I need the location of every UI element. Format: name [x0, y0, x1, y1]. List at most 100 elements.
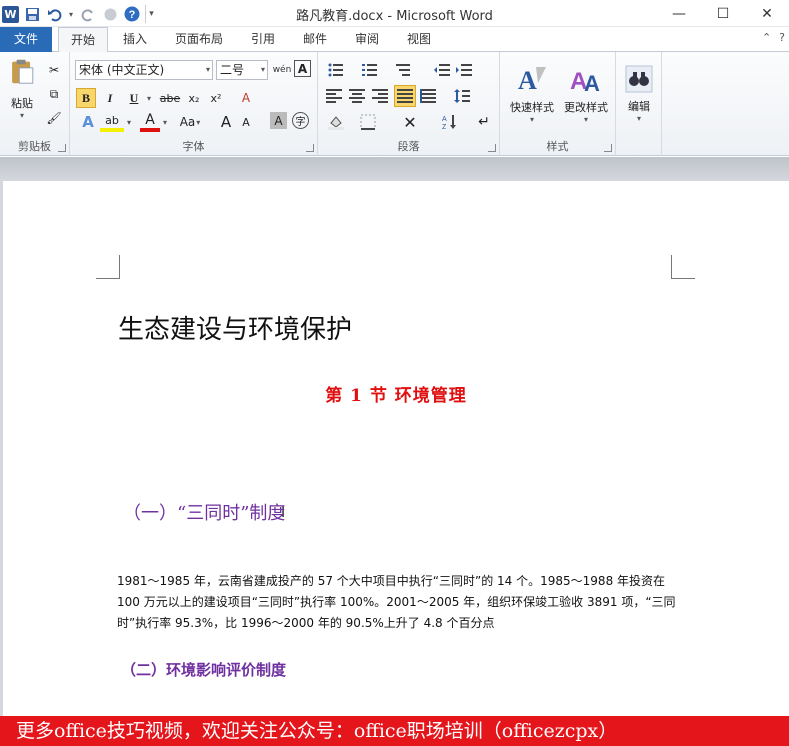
- clear-formatting-icon[interactable]: A: [236, 88, 256, 108]
- bold-button[interactable]: B: [76, 88, 96, 108]
- binoculars-icon: [625, 65, 653, 92]
- chinese-layout-icon[interactable]: ✕: [400, 112, 420, 132]
- align-right-icon[interactable]: [370, 86, 390, 106]
- ribbon-tabs: 文件 开始 插入 页面布局 引用 邮件 审阅 视图 ⌃ ?: [0, 27, 789, 53]
- font-color-icon[interactable]: A: [140, 112, 160, 132]
- margin-mark-top-left: [96, 255, 120, 279]
- editing-label: 编辑: [628, 99, 650, 113]
- change-styles-dropdown-icon[interactable]: ▾: [584, 115, 588, 124]
- show-marks-icon[interactable]: ↵: [474, 112, 494, 132]
- bullets-icon[interactable]: [326, 60, 346, 80]
- svg-text:A: A: [584, 71, 600, 95]
- editing-button[interactable]: 编辑 ▾: [620, 58, 658, 128]
- quick-styles-icon: A: [518, 66, 546, 95]
- maximize-button[interactable]: ☐: [701, 0, 745, 27]
- subscript-button[interactable]: x₂: [184, 88, 204, 108]
- strikethrough-button[interactable]: abe: [158, 88, 182, 108]
- justify-icon[interactable]: [394, 85, 416, 107]
- sort-icon[interactable]: AZ: [440, 112, 460, 132]
- editing-dropdown-icon[interactable]: ▾: [637, 114, 641, 123]
- quick-styles-dropdown-icon[interactable]: ▾: [530, 115, 534, 124]
- increase-indent-icon[interactable]: [454, 60, 474, 80]
- change-styles-label: 更改样式: [564, 100, 608, 114]
- line-spacing-icon[interactable]: [452, 86, 472, 106]
- tab-file[interactable]: 文件: [0, 27, 52, 52]
- document-page[interactable]: 生态建设与环境保护 I 第 1 节 环境管理 （一）“三同时”制度 1981～1…: [3, 181, 789, 741]
- italic-button[interactable]: I: [100, 88, 120, 108]
- clipboard-launcher-icon[interactable]: [58, 144, 66, 152]
- text-effects-icon[interactable]: A: [78, 112, 98, 132]
- tab-view[interactable]: 视图: [396, 27, 442, 52]
- enclose-characters-icon[interactable]: 字: [292, 112, 309, 129]
- grow-font-icon[interactable]: A: [216, 112, 236, 132]
- align-center-icon[interactable]: [347, 86, 367, 106]
- svg-text:Z: Z: [442, 124, 447, 130]
- align-left-icon[interactable]: [324, 86, 344, 106]
- shading-icon[interactable]: [326, 112, 346, 132]
- quick-styles-label: 快速样式: [510, 100, 554, 114]
- phonetic-guide-icon[interactable]: wén: [272, 60, 292, 80]
- minimize-ribbon-icon[interactable]: ⌃: [762, 31, 771, 44]
- font-group-label: 字体: [182, 140, 205, 153]
- paste-button[interactable]: 粘贴 ▾: [4, 58, 40, 120]
- tab-insert[interactable]: 插入: [112, 27, 158, 52]
- shrink-font-icon[interactable]: A: [236, 112, 256, 132]
- underline-button[interactable]: U: [124, 88, 144, 108]
- decrease-indent-icon[interactable]: [432, 60, 452, 80]
- body-paragraph[interactable]: 1981～1985 年，云南省建成投产的 57 个大中项目中执行“三同时”的 1…: [117, 571, 682, 634]
- font-launcher-icon[interactable]: [306, 144, 314, 152]
- styles-group-label: 样式: [546, 140, 569, 153]
- document-title[interactable]: 生态建设与环境保护: [118, 309, 352, 346]
- tab-review[interactable]: 审阅: [344, 27, 390, 52]
- character-shading-icon[interactable]: A: [270, 112, 287, 129]
- distribute-icon[interactable]: [418, 86, 438, 106]
- word-window: W ▾ ? ▾ 路凡教育.docx - Microsoft Word — ☐ ✕: [0, 0, 789, 746]
- multilevel-list-icon[interactable]: [394, 60, 414, 80]
- tab-references[interactable]: 引用: [240, 27, 286, 52]
- ribbon: 粘贴 ▾ ✂ ⧉ 🖌 剪贴板 宋体 (中文正文) ▾ 二号 ▾ wén A B I …: [0, 52, 789, 156]
- superscript-button[interactable]: x²: [206, 88, 226, 108]
- font-color-dropdown-icon[interactable]: ▾: [160, 112, 170, 132]
- highlight-dropdown-icon[interactable]: ▾: [124, 112, 134, 132]
- section-heading[interactable]: 第 1 节 环境管理: [3, 381, 789, 406]
- borders-icon[interactable]: [358, 112, 378, 132]
- paste-label: 粘贴: [11, 97, 33, 110]
- sub-heading-1[interactable]: （一）“三同时”制度: [123, 499, 285, 525]
- title-bar: W ▾ ? ▾ 路凡教育.docx - Microsoft Word — ☐ ✕: [0, 0, 789, 27]
- editing-group: 编辑 ▾: [616, 52, 662, 156]
- styles-launcher-icon[interactable]: [604, 144, 612, 152]
- ribbon-right-controls: ⌃ ?: [762, 31, 785, 44]
- change-case-button[interactable]: Aa: [176, 112, 204, 132]
- font-name-dropdown-icon[interactable]: ▾: [206, 61, 210, 79]
- sub-heading-2[interactable]: （二）环境影响评价制度: [121, 659, 286, 680]
- font-size-value: 二号: [220, 63, 245, 77]
- font-size-combo[interactable]: 二号 ▾: [216, 60, 268, 80]
- underline-dropdown-icon[interactable]: ▾: [144, 88, 154, 108]
- close-button[interactable]: ✕: [745, 0, 789, 27]
- cut-icon[interactable]: ✂: [44, 60, 64, 80]
- minimize-button[interactable]: —: [657, 0, 701, 27]
- paragraph-group-label: 段落: [397, 140, 420, 153]
- format-painter-icon[interactable]: 🖌: [44, 108, 64, 128]
- help-small-icon[interactable]: ?: [779, 31, 785, 44]
- styles-group: A 快速样式 ▾ AA 更改样式 ▾ 样式: [500, 52, 616, 156]
- highlight-icon[interactable]: ab: [100, 112, 124, 132]
- font-name-combo[interactable]: 宋体 (中文正文) ▾: [75, 60, 213, 80]
- window-controls: — ☐ ✕: [657, 0, 789, 27]
- copy-icon[interactable]: ⧉: [44, 84, 64, 104]
- svg-text:A: A: [518, 66, 537, 95]
- font-size-dropdown-icon[interactable]: ▾: [261, 61, 265, 79]
- document-area: 生态建设与环境保护 I 第 1 节 环境管理 （一）“三同时”制度 1981～1…: [0, 157, 789, 741]
- character-border-icon[interactable]: A: [294, 60, 311, 77]
- paste-dropdown-icon[interactable]: ▾: [20, 111, 24, 120]
- tab-page-layout[interactable]: 页面布局: [166, 27, 232, 52]
- tab-mailings[interactable]: 邮件: [292, 27, 338, 52]
- numbering-icon[interactable]: [360, 60, 380, 80]
- svg-text:A: A: [442, 116, 447, 123]
- quick-styles-button[interactable]: A 快速样式 ▾: [504, 58, 560, 128]
- paragraph-launcher-icon[interactable]: [488, 144, 496, 152]
- tab-home[interactable]: 开始: [58, 27, 108, 53]
- change-styles-button[interactable]: AA 更改样式 ▾: [558, 58, 614, 128]
- font-group: 宋体 (中文正文) ▾ 二号 ▾ wén A B I U ▾ abe x₂ x² A…: [70, 52, 318, 156]
- paste-icon: [12, 59, 34, 84]
